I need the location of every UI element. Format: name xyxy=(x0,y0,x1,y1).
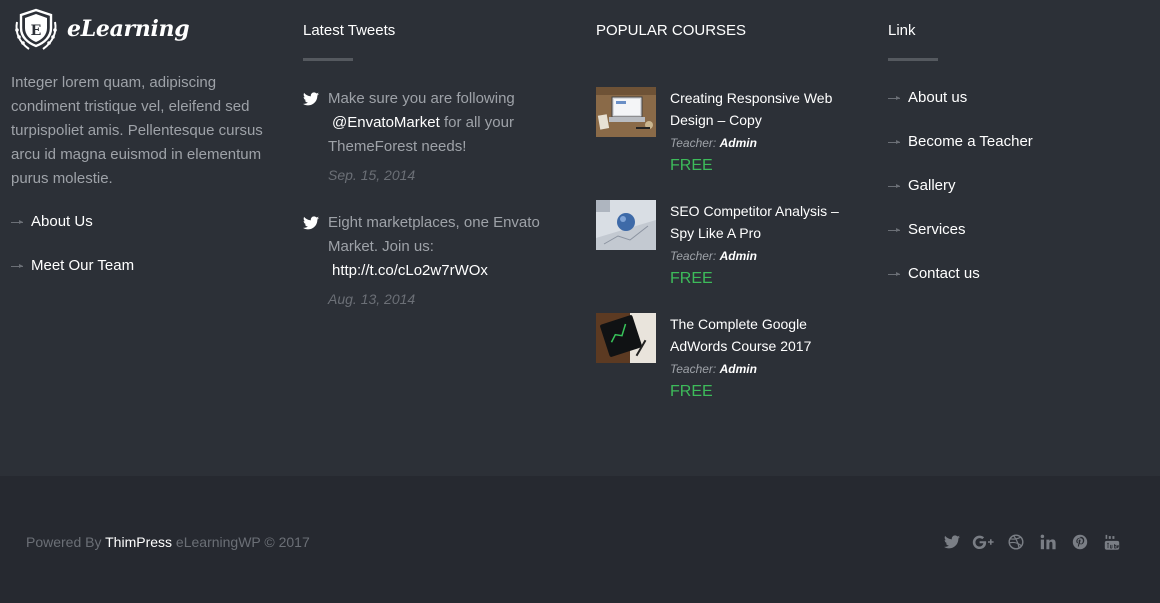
arrow-right-icon xyxy=(11,264,23,268)
arrow-right-icon xyxy=(888,140,900,144)
teacher-label: Teacher: xyxy=(670,249,717,263)
tweet-item: Eight marketplaces, one Envato Market. J… xyxy=(303,211,553,311)
teacher-label: Teacher: xyxy=(670,136,717,150)
arrow-right-icon xyxy=(888,228,900,232)
title-divider xyxy=(888,58,938,61)
course-thumbnail[interactable] xyxy=(596,200,656,250)
tweet-text: Make sure you are following @EnvatoMarke… xyxy=(328,87,553,159)
meet-our-team-link[interactable]: Meet Our Team xyxy=(11,255,134,299)
about-text: Integer lorem quam, adipiscing condiment… xyxy=(11,74,263,187)
thimpress-link[interactable]: ThimPress xyxy=(105,534,172,550)
about-us-link[interactable]: About Us xyxy=(11,211,134,255)
twitter-icon xyxy=(303,216,319,230)
course-price: FREE xyxy=(670,157,713,174)
about-links: About Us Meet Our Team xyxy=(11,211,134,299)
course-info: The Complete Google AdWords Course 2017 … xyxy=(670,313,850,405)
copyright-text: Powered By ThimPress eLearningWP © 2017 xyxy=(26,532,310,552)
site-logo[interactable]: E eLearning xyxy=(11,6,190,52)
link-label: About Us xyxy=(31,213,93,230)
dribbble-icon[interactable] xyxy=(1000,531,1032,553)
course-teacher: Teacher: Admin xyxy=(670,246,850,266)
title-divider xyxy=(303,58,353,61)
course-thumbnail[interactable] xyxy=(596,87,656,137)
youtube-icon[interactable] xyxy=(1096,531,1128,553)
gallery-link[interactable]: Gallery xyxy=(888,175,1033,219)
teacher-name-link[interactable]: Admin xyxy=(720,136,757,150)
course-teacher: Teacher: Admin xyxy=(670,133,850,153)
arrow-right-icon xyxy=(888,272,900,276)
twitter-icon[interactable] xyxy=(936,531,968,553)
services-link[interactable]: Services xyxy=(888,219,1033,263)
about-us-link[interactable]: About us xyxy=(888,87,1033,131)
laptop-desk-image xyxy=(596,87,656,137)
tablet-chart-image xyxy=(596,313,656,363)
link-label: About us xyxy=(908,89,968,106)
teacher-name-link[interactable]: Admin xyxy=(720,249,757,263)
tweet-date: Aug. 13, 2014 xyxy=(328,291,416,307)
tweet-url-link[interactable]: http://t.co/cLo2w7rWOx xyxy=(332,259,488,283)
social-links xyxy=(936,531,1128,553)
link-label: Meet Our Team xyxy=(31,257,135,274)
course-thumbnail[interactable] xyxy=(596,313,656,363)
course-info: SEO Competitor Analysis – Spy Like A Pro… xyxy=(670,200,850,292)
course-title-link[interactable]: The Complete Google AdWords Course 2017 xyxy=(670,313,850,357)
course-info: Creating Responsive Web Design – Copy Te… xyxy=(670,87,850,179)
tweet-item: Make sure you are following @EnvatoMarke… xyxy=(303,87,553,187)
footer-widgets: E eLearning Integer lorem quam, adipisci… xyxy=(0,0,1160,476)
tweets-title: Latest Tweets xyxy=(303,22,396,39)
arrow-right-icon xyxy=(888,184,900,188)
course-item: The Complete Google AdWords Course 2017 … xyxy=(596,313,856,413)
tweet-mention-link[interactable]: @EnvatoMarket xyxy=(332,111,440,135)
course-item: SEO Competitor Analysis – Spy Like A Pro… xyxy=(596,200,856,300)
course-title-link[interactable]: Creating Responsive Web Design – Copy xyxy=(670,87,850,131)
pinterest-icon[interactable] xyxy=(1064,531,1096,553)
twitter-icon xyxy=(303,92,319,106)
course-price: FREE xyxy=(670,383,713,400)
become-teacher-link[interactable]: Become a Teacher xyxy=(888,131,1033,175)
tweet-date: Sep. 15, 2014 xyxy=(328,167,416,183)
link-label: Services xyxy=(908,221,966,238)
link-label: Gallery xyxy=(908,177,956,194)
course-title-link[interactable]: SEO Competitor Analysis – Spy Like A Pro xyxy=(670,200,850,244)
course-item: Creating Responsive Web Design – Copy Te… xyxy=(596,87,856,187)
logo-text: eLearning xyxy=(67,16,190,42)
arrow-right-icon xyxy=(11,220,23,224)
course-price: FREE xyxy=(670,270,713,287)
teacher-name-link[interactable]: Admin xyxy=(720,362,757,376)
teacher-label: Teacher: xyxy=(670,362,717,376)
google-plus-icon[interactable] xyxy=(968,531,1000,553)
logo-letter: E xyxy=(31,23,42,39)
powered-by-label: Powered By xyxy=(26,534,102,550)
arrow-right-icon xyxy=(888,96,900,100)
link-label: Become a Teacher xyxy=(908,133,1033,150)
contact-us-link[interactable]: Contact us xyxy=(888,263,1033,307)
footer-links: About us Become a Teacher Gallery Servic… xyxy=(888,87,1033,307)
courses-title: POPULAR COURSES xyxy=(596,22,747,39)
footer-copyright-bar: Powered By ThimPress eLearningWP © 2017 xyxy=(0,476,1160,603)
tweet-text: Eight marketplaces, one Envato Market. J… xyxy=(328,211,553,283)
linkedin-icon[interactable] xyxy=(1032,531,1064,553)
tweet-text-before: Make sure you are following xyxy=(328,90,515,107)
seo-analysis-image xyxy=(596,200,656,250)
copyright-suffix: eLearningWP © 2017 xyxy=(175,534,310,550)
course-teacher: Teacher: Admin xyxy=(670,359,850,379)
links-title: Link xyxy=(888,22,916,39)
shield-logo-icon: E xyxy=(15,8,57,50)
tweet-text-before: Eight marketplaces, one Envato Market. J… xyxy=(328,214,540,255)
link-label: Contact us xyxy=(908,265,980,282)
